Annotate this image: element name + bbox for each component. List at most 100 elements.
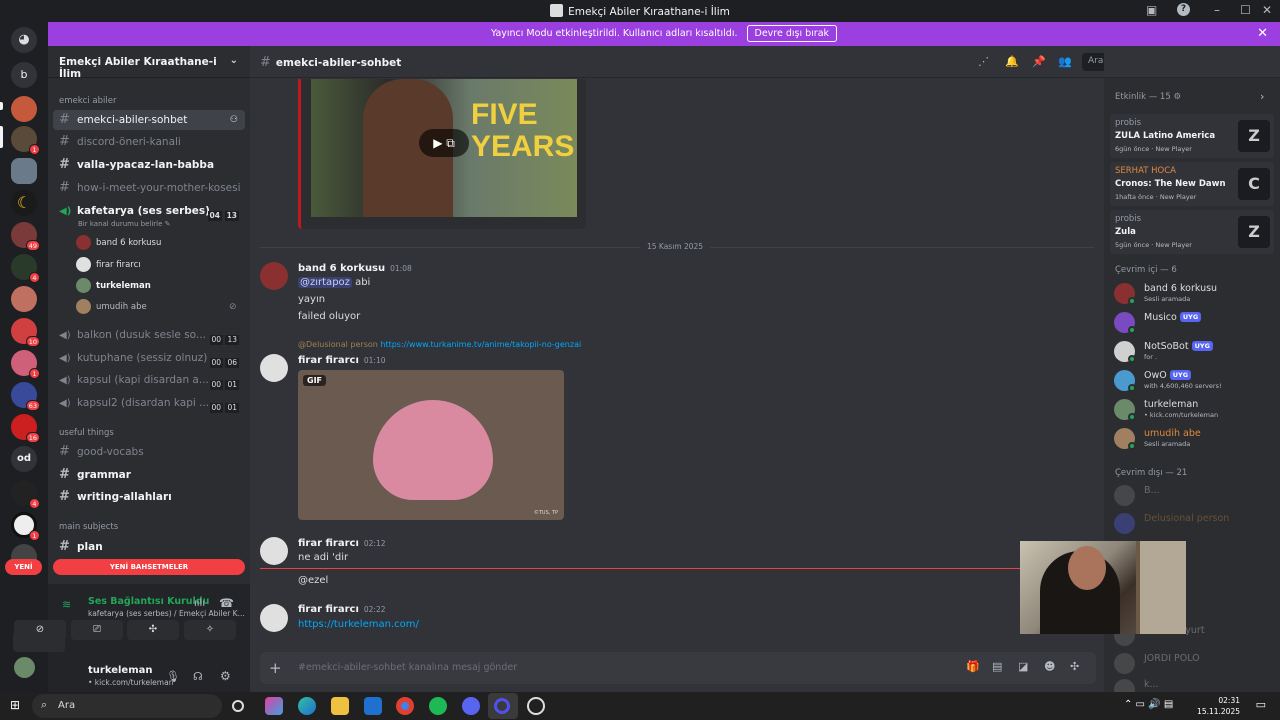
member-item[interactable]: band 6 korkusu Sesli aramada xyxy=(1114,281,1274,307)
bell-icon[interactable]: 🔔 xyxy=(1005,55,1019,68)
server-od[interactable]: od xyxy=(11,446,37,472)
new-servers-pill[interactable]: YENİ xyxy=(5,559,42,575)
disconnect-icon[interactable]: ☎ xyxy=(219,596,234,610)
maximize-icon[interactable]: ☐ xyxy=(1240,3,1251,17)
gift-icon[interactable]: 🎁 xyxy=(966,660,980,673)
channel-valla-ypacaz-lan-babba[interactable]: # valla-ypacaz-lan-babba xyxy=(53,155,245,175)
discord-home-icon[interactable]: ◕ xyxy=(11,27,37,53)
screen-share-button[interactable]: ⎚ xyxy=(71,620,123,640)
channel-discord-oneri-kanali[interactable]: # discord-öneri-kanali xyxy=(53,132,245,152)
server-icon-13[interactable]: 1 xyxy=(11,512,40,541)
category-main-subjects[interactable]: main subjects xyxy=(59,522,118,532)
category-emekci-abiler[interactable]: emekci abiler xyxy=(59,96,116,106)
server-icon-5[interactable]: 49 xyxy=(11,222,40,251)
member-item[interactable]: Musico UYG xyxy=(1114,310,1274,336)
windows-start-icon[interactable]: ⊞ xyxy=(10,698,20,712)
spotify-icon[interactable] xyxy=(429,697,447,715)
discord-icon[interactable] xyxy=(462,697,480,715)
task-view-icon[interactable] xyxy=(232,700,244,712)
clock[interactable]: 02:31 15.11.2025 xyxy=(1197,695,1240,717)
notification-icon[interactable]: ▭ xyxy=(1256,698,1266,711)
chrome-icon[interactable] xyxy=(396,697,414,715)
signal-icon[interactable]: ≋ xyxy=(62,598,71,611)
voice-user[interactable]: firar firarcı xyxy=(76,256,141,274)
server-icon-4[interactable]: ☾ xyxy=(11,190,37,216)
activity-card[interactable]: probis ZULA Latino America 6gün önce · New… xyxy=(1110,114,1274,158)
taskbar-search[interactable]: ⌕ Ara xyxy=(32,694,222,718)
activity-header[interactable]: Etkinlik — 15 ⚙ xyxy=(1115,92,1181,102)
voice-user[interactable]: umudih abe xyxy=(76,298,147,316)
channel-good-vocabs[interactable]: # good-vocabs xyxy=(53,442,245,462)
avatar[interactable] xyxy=(260,354,288,382)
user-mention[interactable]: @zırtapoz xyxy=(298,277,352,288)
edge-icon[interactable] xyxy=(298,697,316,715)
avatar[interactable] xyxy=(260,604,288,632)
camera-off-button[interactable]: ⊘ xyxy=(14,620,66,640)
close-icon[interactable]: ✕ xyxy=(1257,22,1268,46)
channel-emekci-abiler-sohbet[interactable]: # emekci-abiler-sohbet ⚇ xyxy=(53,110,245,130)
server-b[interactable]: b xyxy=(11,62,37,88)
gear-icon[interactable]: ⚙ xyxy=(220,669,231,683)
voice-user[interactable]: turkeleman xyxy=(76,277,151,295)
user-name[interactable]: turkeleman xyxy=(88,665,153,676)
member-item[interactable]: k... xyxy=(1114,677,1274,692)
voice-channel-path[interactable]: kafetarya (ses serbes) / Emekçi Abiler K… xyxy=(88,609,245,618)
server-icon-6[interactable]: 4 xyxy=(11,254,40,283)
server-icon-8[interactable]: 10 xyxy=(11,318,40,347)
message-author[interactable]: firar firarcı 02:22 xyxy=(298,604,386,615)
emoji-icon[interactable]: ☻ xyxy=(1044,660,1055,673)
activities-button[interactable]: ✣ xyxy=(127,620,179,640)
server-icon-2[interactable]: 1 xyxy=(11,126,40,155)
close-window-icon[interactable]: ✕ xyxy=(1262,3,1272,17)
play-icon[interactable]: ▶ ⧉ xyxy=(419,129,469,157)
pin-icon[interactable]: 📌 xyxy=(1032,55,1046,68)
server-icon-7[interactable] xyxy=(11,286,37,312)
gif-icon[interactable]: ▤ xyxy=(992,660,1002,673)
message-link[interactable]: https://turkeleman.com/ xyxy=(298,619,419,630)
message-author[interactable]: firar firarcı 01:10 xyxy=(298,355,386,366)
headphones-icon[interactable]: ☊ xyxy=(193,670,203,683)
new-mentions-pill[interactable]: YENİ BAHSETMELER xyxy=(53,559,245,575)
reply-preview[interactable]: @Delusional person https://www.turkanime… xyxy=(298,340,581,349)
apps-icon[interactable]: ✣ xyxy=(1070,660,1079,673)
gif-embed[interactable]: GIF ©TUS, TP xyxy=(298,370,564,520)
activity-card[interactable]: probis Zula 5gün önce · New Player Z xyxy=(1110,210,1274,254)
channel-how-i-meet[interactable]: # how-i-meet-your-mother-kosesi xyxy=(53,178,245,198)
member-item[interactable]: NotSoBot UYG for . xyxy=(1114,339,1274,365)
minimize-icon[interactable]: – xyxy=(1214,3,1220,17)
category-useful-things[interactable]: useful things xyxy=(59,428,114,438)
outlook-icon[interactable] xyxy=(364,697,382,715)
obs-icon[interactable] xyxy=(494,698,510,714)
avatar[interactable] xyxy=(260,262,288,290)
server-icon-11[interactable]: 16 xyxy=(11,414,40,443)
member-item[interactable]: umudih abe Sesli aramada xyxy=(1114,426,1274,452)
member-item[interactable]: Delusional person xyxy=(1114,511,1274,537)
video-thumbnail[interactable]: FIVE YEARS ▶ ⧉ xyxy=(311,79,577,217)
server-icon-1[interactable] xyxy=(11,96,37,122)
sticker-icon[interactable]: ◪ xyxy=(1018,660,1028,673)
file-explorer-icon[interactable] xyxy=(331,697,349,715)
avatar[interactable] xyxy=(14,657,35,678)
members-icon[interactable]: 👥 xyxy=(1058,55,1072,68)
help-icon[interactable]: ? xyxy=(1177,3,1190,16)
channel-status-placeholder[interactable]: Bir kanal durumu belirle ✎ xyxy=(78,220,171,228)
voice-user[interactable]: band 6 korkusu xyxy=(76,234,161,252)
voice-channel-kapsul[interactable]: ◀) kapsul (kapi disardan a... 00 01 xyxy=(53,370,245,390)
voice-channel-kutuphane[interactable]: ◀) kutuphane (sessiz olnuz) 00 06 xyxy=(53,348,245,368)
search-input[interactable]: Ara⌕ xyxy=(1082,53,1104,71)
voice-status[interactable]: Ses Bağlantısı Kuruldu xyxy=(88,596,209,607)
member-item[interactable]: JORDI POLO xyxy=(1114,651,1274,677)
channel-grammar[interactable]: # grammar xyxy=(53,465,245,485)
app-icon[interactable] xyxy=(527,697,545,715)
voice-channel-balkon[interactable]: ◀) balkon (dusuk sesle so... 00 13 xyxy=(53,325,245,345)
disable-streamer-mode-button[interactable]: Devre dışı bırak xyxy=(746,25,838,42)
voice-channel-kapsul2[interactable]: ◀) kapsul2 (disardan kapi ... 00 01 xyxy=(53,393,245,413)
copilot-icon[interactable] xyxy=(265,697,283,715)
guild-header[interactable]: Emekçi Abiler Kıraathane-i İlim ⌄ xyxy=(48,46,250,80)
server-icon-12[interactable]: 4 xyxy=(11,480,40,509)
voice-channel-kafetarya[interactable]: ◀) kafetarya (ses serbes) 04 13 xyxy=(53,201,245,221)
channel-plan[interactable]: # plan xyxy=(53,537,245,557)
member-item[interactable]: B... xyxy=(1114,483,1274,509)
server-icon-3[interactable] xyxy=(11,158,37,184)
message-composer[interactable]: + #emekci-abiler-sohbet kanalına mesaj g… xyxy=(260,652,1096,684)
